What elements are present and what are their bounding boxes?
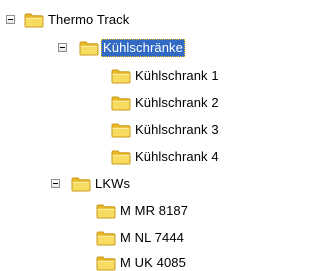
collapse-toggle-icon[interactable] <box>51 179 60 188</box>
tree-node-thermo-track[interactable]: Thermo Track <box>0 9 247 31</box>
folder-icon <box>24 12 44 28</box>
tree-node-label[interactable]: M UK 4085 <box>118 254 188 271</box>
tree-node-kuehlschrank-3[interactable]: Kühlschrank 3 <box>0 119 247 141</box>
tree-node-lkws[interactable]: LKWs <box>0 173 247 195</box>
folder-icon <box>96 255 116 271</box>
folder-icon <box>71 176 91 192</box>
folder-icon <box>111 95 131 111</box>
tree-node-m-uk-4085[interactable]: M UK 4085 <box>0 252 247 271</box>
collapse-toggle-icon[interactable] <box>58 43 67 52</box>
folder-tree: Thermo Track Kühlschränke Kühlschrank 1 … <box>0 0 247 271</box>
tree-node-kuehlschraenke[interactable]: Kühlschränke <box>0 37 247 59</box>
folder-icon <box>96 203 116 219</box>
folder-icon <box>111 122 131 138</box>
tree-node-label[interactable]: M NL 7444 <box>118 229 186 247</box>
tree-node-label[interactable]: Kühlschrank 3 <box>133 121 221 139</box>
collapse-toggle-icon[interactable] <box>6 15 15 24</box>
tree-node-label[interactable]: M MR 8187 <box>118 202 190 220</box>
tree-node-m-nl-7444[interactable]: M NL 7444 <box>0 227 247 249</box>
tree-node-kuehlschrank-2[interactable]: Kühlschrank 2 <box>0 92 247 114</box>
tree-node-label[interactable]: Kühlschrank 2 <box>133 94 221 112</box>
tree-node-label[interactable]: Kühlschrank 4 <box>133 148 221 166</box>
tree-node-m-mr-8187[interactable]: M MR 8187 <box>0 200 247 222</box>
tree-node-label[interactable]: LKWs <box>93 175 132 193</box>
folder-icon <box>111 68 131 84</box>
folder-icon <box>79 40 99 56</box>
tree-node-label[interactable]: Kühlschränke <box>101 39 185 57</box>
tree-node-kuehlschrank-4[interactable]: Kühlschrank 4 <box>0 146 247 168</box>
tree-node-label[interactable]: Kühlschrank 1 <box>133 67 221 85</box>
folder-icon <box>96 230 116 246</box>
tree-node-label[interactable]: Thermo Track <box>46 11 131 29</box>
tree-node-kuehlschrank-1[interactable]: Kühlschrank 1 <box>0 65 247 87</box>
folder-icon <box>111 149 131 165</box>
